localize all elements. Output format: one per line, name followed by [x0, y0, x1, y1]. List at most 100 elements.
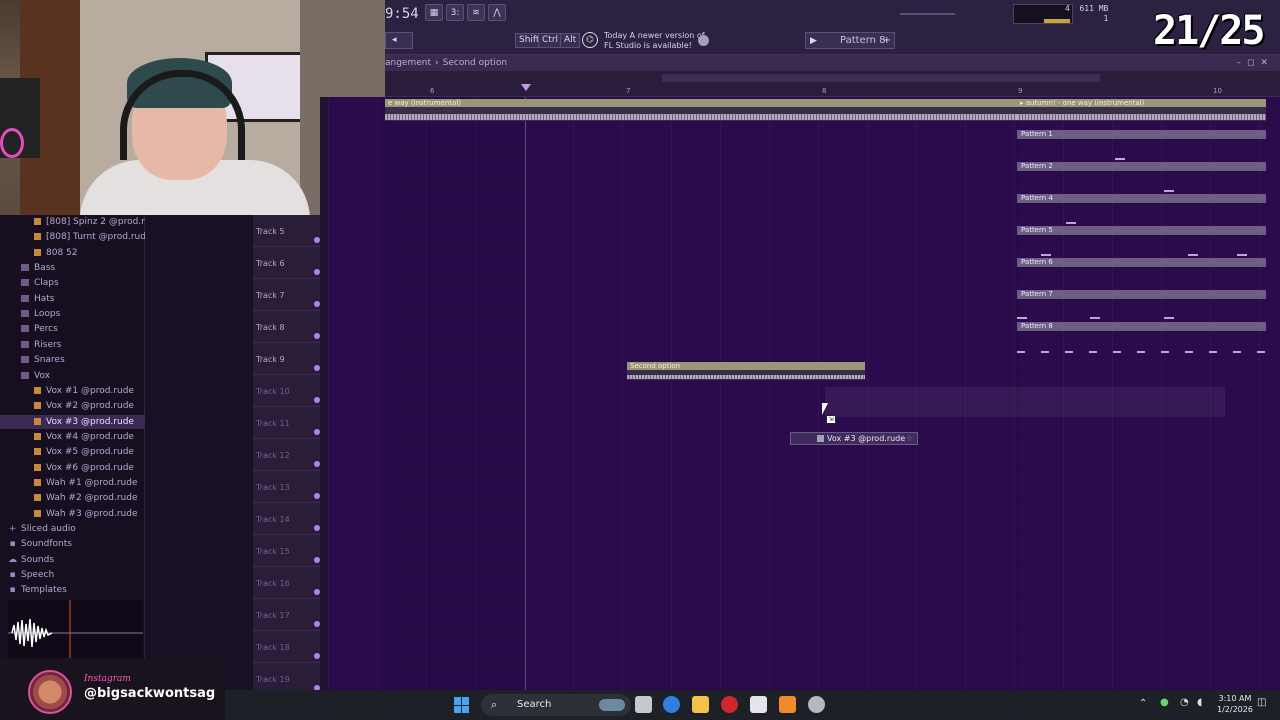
track-header[interactable]: Track 12	[253, 439, 325, 471]
track-header[interactable]: Track 9	[253, 343, 325, 375]
pattern-clip[interactable]: Pattern 7	[1017, 290, 1266, 299]
browser-item-label: Risers	[34, 339, 62, 350]
track-header[interactable]: Track 7	[253, 279, 325, 311]
browser-item-label: Bass	[34, 263, 56, 274]
browser-category[interactable]: ▪ Speech	[0, 568, 145, 582]
news-panel[interactable]: Today A newer version of FL Studio is av…	[604, 31, 705, 51]
browser-file[interactable]: Wah #2 @prod.rude	[0, 491, 145, 505]
breadcrumb-current[interactable]: Second option	[443, 58, 507, 68]
snap-selector[interactable]: ◂	[385, 32, 413, 49]
track-header[interactable]: Track 11	[253, 407, 325, 439]
browser-folder[interactable]: Vox	[0, 369, 145, 383]
browser-folder[interactable]: Percs	[0, 322, 145, 336]
audio-clip-left-label: e way (instrumental)	[388, 99, 462, 107]
pattern-selector[interactable]: ▶ Pattern 8 +	[805, 32, 895, 49]
browser-file[interactable]: 808 52	[0, 246, 145, 260]
browser-item-label: Sounds	[21, 554, 55, 565]
track-header[interactable]: Track 13	[253, 471, 325, 503]
microphone-icon[interactable]: ●	[1160, 697, 1169, 708]
audio-file-icon	[34, 402, 41, 410]
pattern-note	[1066, 222, 1076, 224]
volume-icon[interactable]: ◖	[1197, 697, 1202, 708]
browser-file[interactable]: Vox #6 @prod.rude	[0, 461, 145, 475]
metronome-icon[interactable]: ⋀	[488, 4, 506, 21]
audio-clip-right[interactable]: ▸ autumn! - one way (instrumental)	[1017, 99, 1266, 121]
bar-number: 9	[1018, 87, 1023, 95]
track-header[interactable]: Track 18	[253, 631, 325, 663]
browser-item-label: Claps	[34, 278, 59, 289]
add-pattern-icon[interactable]: +	[883, 33, 891, 48]
browser-folder[interactable]: Bass	[0, 261, 145, 275]
task-view-icon[interactable]	[635, 696, 652, 713]
memory-usage: 611 MB	[1079, 4, 1109, 13]
step-icon[interactable]: 3:	[446, 4, 464, 21]
track-header[interactable]: Track 5	[253, 215, 325, 247]
track-header[interactable]: Track 10	[253, 375, 325, 407]
chrome-icon[interactable]	[808, 696, 825, 713]
pattern-clip[interactable]: Pattern 2	[1017, 162, 1266, 171]
pattern-clip[interactable]: Pattern 6	[1017, 258, 1266, 267]
folder-icon	[21, 325, 29, 333]
browser-folder[interactable]: Snares	[0, 353, 145, 367]
audio-file-icon	[34, 509, 41, 517]
browser-file[interactable]: [808] Spinz 2 @prod.rude	[0, 215, 162, 229]
ctrl-key-button[interactable]: Ctrl	[538, 33, 563, 48]
pattern-clip[interactable]: Pattern 5	[1017, 226, 1266, 235]
opera-icon[interactable]	[721, 696, 738, 713]
browser-file[interactable]: Wah #3 @prod.rude	[0, 507, 145, 521]
notification-bell-icon[interactable]: ◫	[1257, 697, 1266, 708]
track-header[interactable]: Track 14	[253, 503, 325, 535]
online-globe-icon[interactable]	[698, 35, 709, 46]
fl-studio-icon[interactable]	[779, 696, 796, 713]
track-header[interactable]: Track 15	[253, 535, 325, 567]
browser-item-label: [808] Turnt @prod.rude	[46, 232, 152, 243]
browser-file[interactable]: Vox #3 @prod.rude	[0, 414, 145, 429]
audio-clip-left[interactable]: e way (instrumental)	[385, 99, 1017, 121]
browser-category[interactable]: + Sliced audio	[0, 522, 145, 536]
taskbar-clock[interactable]: 3:10 AM 1/2/2026	[1217, 693, 1253, 715]
browser-folder[interactable]: Loops	[0, 307, 145, 321]
horizontal-scrollbar[interactable]	[662, 74, 1100, 82]
browser-file[interactable]: Vox #1 @prod.rude	[0, 384, 145, 398]
file-explorer-icon[interactable]	[692, 696, 709, 713]
browser-file[interactable]: Vox #2 @prod.rude	[0, 399, 145, 413]
browser-folder[interactable]: Claps	[0, 276, 145, 290]
windows-start-icon[interactable]	[454, 697, 470, 713]
master-pitch-slider[interactable]	[900, 13, 955, 15]
playlist-ruler[interactable]: 6 7 8 9 10	[385, 71, 1280, 97]
track-header[interactable]: Track 16	[253, 567, 325, 599]
store-icon[interactable]	[750, 696, 767, 713]
browser-folder[interactable]: Hats	[0, 292, 145, 306]
piano-roll-icon[interactable]: ▦	[425, 4, 443, 21]
browser-category[interactable]: ☁ Sounds	[0, 553, 145, 567]
drop-target-zone[interactable]	[825, 387, 1225, 417]
alt-key-button[interactable]: Alt	[560, 33, 581, 48]
news-icon[interactable]: ⌬	[582, 32, 598, 48]
browser-file[interactable]: Vox #5 @prod.rude	[0, 445, 145, 459]
pattern-clip[interactable]: Pattern 1	[1017, 130, 1266, 139]
window-buttons[interactable]: –◻✕	[1236, 55, 1274, 71]
playhead-marker-icon[interactable]	[521, 84, 531, 91]
wait-icon[interactable]: ≋	[467, 4, 485, 21]
taskbar-search[interactable]: ⌕ Search	[481, 694, 631, 716]
browser-category[interactable]: ▪ Templates	[0, 583, 145, 597]
pattern-clip[interactable]: Pattern 8	[1017, 322, 1266, 331]
copilot-icon[interactable]	[663, 696, 680, 713]
browser-folder[interactable]: Risers	[0, 338, 145, 352]
breadcrumb-separator: ›	[435, 58, 439, 68]
breadcrumb-arrangement[interactable]: angement	[385, 58, 431, 68]
pattern-clip[interactable]: Pattern 4	[1017, 194, 1266, 203]
browser-file[interactable]: Vox #4 @prod.rude	[0, 430, 145, 444]
browser-file[interactable]: [808] Turnt @prod.rude	[0, 230, 151, 244]
playlist-title-bar[interactable]: angement › Second option –◻✕	[385, 55, 1280, 71]
track-header[interactable]: Track 6	[253, 247, 325, 279]
wifi-icon[interactable]: ◔	[1180, 697, 1189, 708]
browser-file[interactable]: Wah #1 @prod.rude	[0, 476, 145, 490]
track-header[interactable]: Track 8	[253, 311, 325, 343]
track-header[interactable]: Track 17	[253, 599, 325, 631]
playlist-grid[interactable]: e way (instrumental) ▸ autumn! - one way…	[328, 97, 1280, 690]
browser-waveform-preview[interactable]	[8, 600, 143, 660]
tray-chevron-icon[interactable]: ⌃	[1139, 698, 1147, 709]
browser-category[interactable]: ▪ Soundfonts	[0, 537, 145, 551]
second-option-clip[interactable]: Second option	[627, 362, 865, 380]
